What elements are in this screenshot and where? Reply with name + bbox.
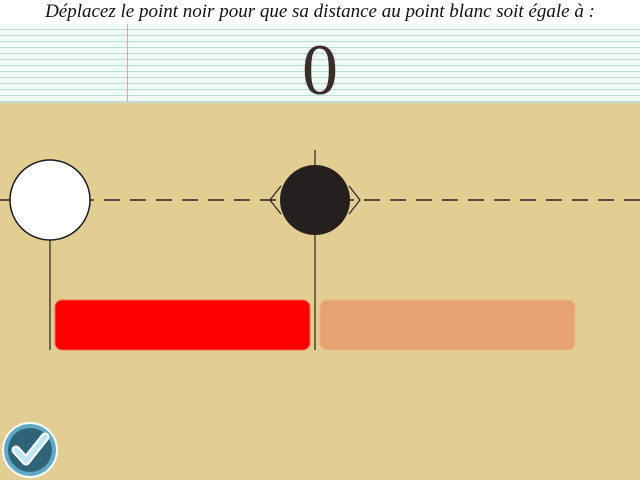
validate-button[interactable] [1,421,59,479]
white-point [9,159,91,241]
distance-bar-right [319,299,576,351]
black-point[interactable] [280,165,350,235]
target-display: 0 [0,24,640,110]
target-distance-value: 0 [302,30,338,110]
distance-bar-left [54,299,311,351]
number-line-scene [0,150,640,351]
instruction-text: Déplacez le point noir pour que sa dista… [0,0,640,24]
